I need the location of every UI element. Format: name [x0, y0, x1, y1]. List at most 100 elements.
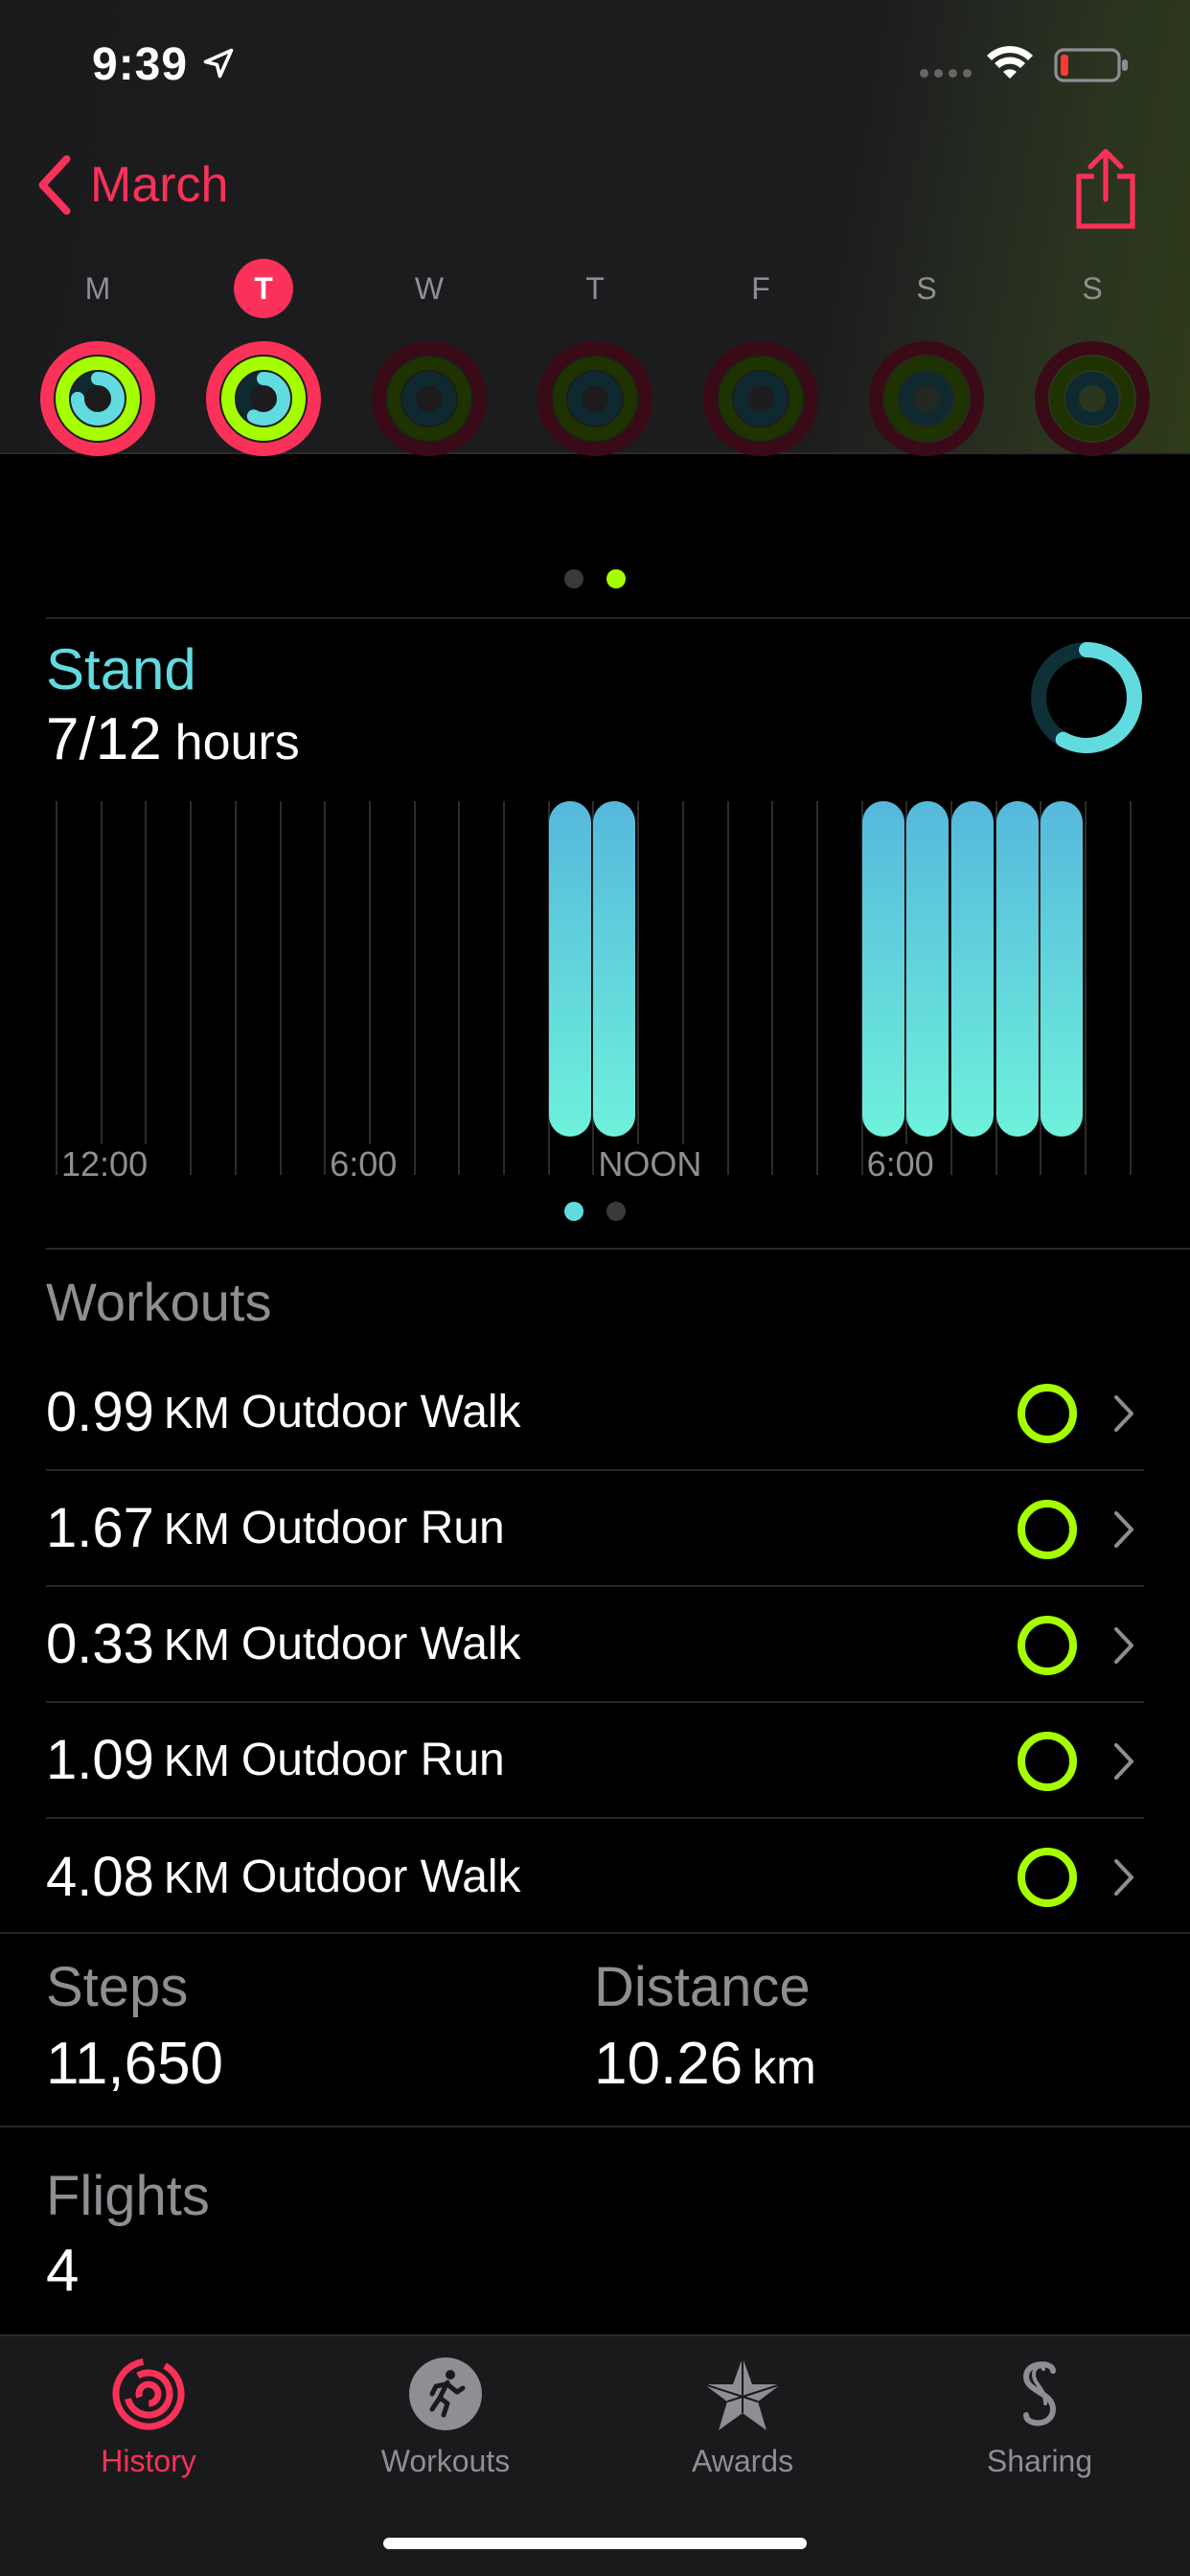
workout-ring-icon — [1018, 1732, 1077, 1791]
activity-ring-icon — [372, 341, 487, 456]
workout-ring-icon — [1018, 1848, 1077, 1907]
activity-ring-icon — [538, 341, 652, 456]
location-arrow-icon — [203, 48, 234, 79]
steps-label: Steps — [46, 1956, 189, 2018]
stand-chart[interactable]: 12:00 6:00 NOON 6:00 — [46, 801, 1138, 1184]
workout-row[interactable]: 0.33 KM Outdoor Walk — [46, 1587, 1144, 1703]
activity-ring-icon — [206, 341, 321, 456]
chart-gridline — [681, 801, 684, 1175]
home-indicator[interactable] — [383, 2538, 807, 2549]
workout-ring-icon — [1018, 1500, 1077, 1559]
page-dot-active[interactable] — [564, 1202, 584, 1221]
stand-hour-bar — [861, 801, 904, 1137]
back-button[interactable]: March — [34, 153, 228, 217]
activity-rings-icon — [112, 2358, 185, 2430]
day-7[interactable]: S — [1030, 259, 1155, 458]
tab-workouts-label: Workouts — [380, 2444, 511, 2478]
day-1[interactable]: M — [35, 259, 160, 458]
page-dot[interactable] — [606, 1202, 626, 1221]
tab-history[interactable]: History — [34, 2354, 263, 2479]
flights-label: Flights — [46, 2165, 210, 2227]
chart-tick-label: NOON — [598, 1144, 708, 1184]
workout-distance: 1.09 — [46, 1729, 154, 1791]
status-time: 9:39 — [92, 39, 189, 90]
chart-gridline — [637, 801, 640, 1175]
back-label: March — [90, 157, 229, 213]
week-strip: MTWTFSS — [0, 259, 1190, 456]
chart-gridline — [458, 801, 461, 1175]
workout-distance: 0.99 — [46, 1381, 154, 1443]
wifi-icon — [987, 46, 1033, 79]
chart-gridline — [324, 801, 327, 1175]
chart-gridline — [190, 801, 193, 1175]
tab-awards-label: Awards — [691, 2444, 794, 2478]
day-letter: T — [585, 271, 605, 306]
share-icon[interactable] — [1071, 148, 1140, 230]
chart-gridline — [726, 801, 729, 1175]
workout-name: Outdoor Walk — [240, 1619, 521, 1669]
day-3[interactable]: W — [367, 259, 492, 458]
stand-hour-bar — [906, 801, 950, 1137]
tab-sharing[interactable]: Sharing — [925, 2354, 1155, 2479]
header-area: 9:39 March M T W T F S S — [0, 0, 1190, 456]
chart-gridline — [771, 801, 774, 1175]
activity-ring-icon — [703, 341, 818, 456]
workout-ring-icon — [1018, 1616, 1077, 1675]
stand-hour-bar — [951, 801, 994, 1137]
page-dot-active[interactable] — [606, 569, 626, 588]
workout-row[interactable]: 0.99 KM Outdoor Walk — [46, 1355, 1144, 1471]
day-letter: S — [1082, 271, 1103, 306]
distance-number: 10.26 — [594, 2031, 744, 2097]
day-letter: T — [234, 259, 293, 318]
workout-unit: KM — [163, 1852, 230, 1902]
workout-unit: KM — [163, 1503, 230, 1553]
divider — [0, 1932, 1190, 1934]
day-4[interactable]: T — [533, 259, 657, 458]
workout-unit: KM — [163, 1735, 230, 1785]
workout-ring-icon — [1018, 1384, 1077, 1443]
page-indicator — [0, 569, 1190, 593]
chart-gridline — [1129, 801, 1132, 1175]
steps-value: 11,650 — [46, 2031, 224, 2097]
divider — [46, 617, 1190, 619]
tab-awards[interactable]: Awards — [628, 2354, 858, 2479]
distance-value: 10.26 km — [594, 2030, 816, 2098]
day-letter: F — [751, 271, 770, 306]
workouts-list: 0.99 KM Outdoor Walk 1.67 KM Outdoor Run 0.33 K… — [46, 1355, 1144, 1935]
workout-row[interactable]: 1.09 KM Outdoor Run — [46, 1703, 1144, 1819]
day-2[interactable]: T — [201, 259, 326, 458]
activity-ring-icon — [40, 341, 155, 456]
chart-gridline — [815, 801, 818, 1175]
workout-name: Outdoor Walk — [240, 1852, 521, 1902]
workout-row[interactable]: 1.67 KM Outdoor Run — [46, 1471, 1144, 1587]
page-dot[interactable] — [564, 569, 584, 588]
chart-gridline — [56, 801, 57, 1175]
sharing-icon — [1022, 2361, 1057, 2426]
workout-name: Outdoor Run — [240, 1735, 505, 1785]
workout-row[interactable]: 4.08 KM Outdoor Walk — [46, 1819, 1144, 1935]
workout-unit: KM — [163, 1619, 230, 1669]
distance-unit: km — [752, 2040, 816, 2094]
chart-gridline — [279, 801, 282, 1175]
day-6[interactable]: S — [864, 259, 989, 458]
chart-gridline — [413, 801, 416, 1175]
workout-name: Outdoor Run — [240, 1503, 505, 1553]
chart-gridline — [1085, 801, 1087, 1175]
day-letter: S — [916, 271, 937, 306]
chevron-right-icon — [1114, 1395, 1133, 1432]
stand-hour-bar — [1041, 801, 1084, 1137]
workout-distance: 4.08 — [46, 1846, 154, 1908]
stand-hour-bar — [593, 801, 636, 1137]
distance-label: Distance — [594, 1956, 811, 2018]
chart-tick-label: 6:00 — [330, 1144, 403, 1184]
running-figure-icon — [409, 2358, 482, 2430]
day-5[interactable]: F — [698, 259, 823, 458]
divider — [46, 1248, 1190, 1250]
chart-gridline — [145, 801, 148, 1175]
tab-workouts[interactable]: Workouts — [331, 2354, 561, 2479]
workouts-title: Workouts — [46, 1272, 272, 1332]
cellular-signal-icon — [920, 69, 972, 78]
workout-name: Outdoor Walk — [240, 1387, 521, 1438]
workout-distance: 0.33 — [46, 1613, 154, 1675]
day-letter: M — [84, 271, 111, 306]
